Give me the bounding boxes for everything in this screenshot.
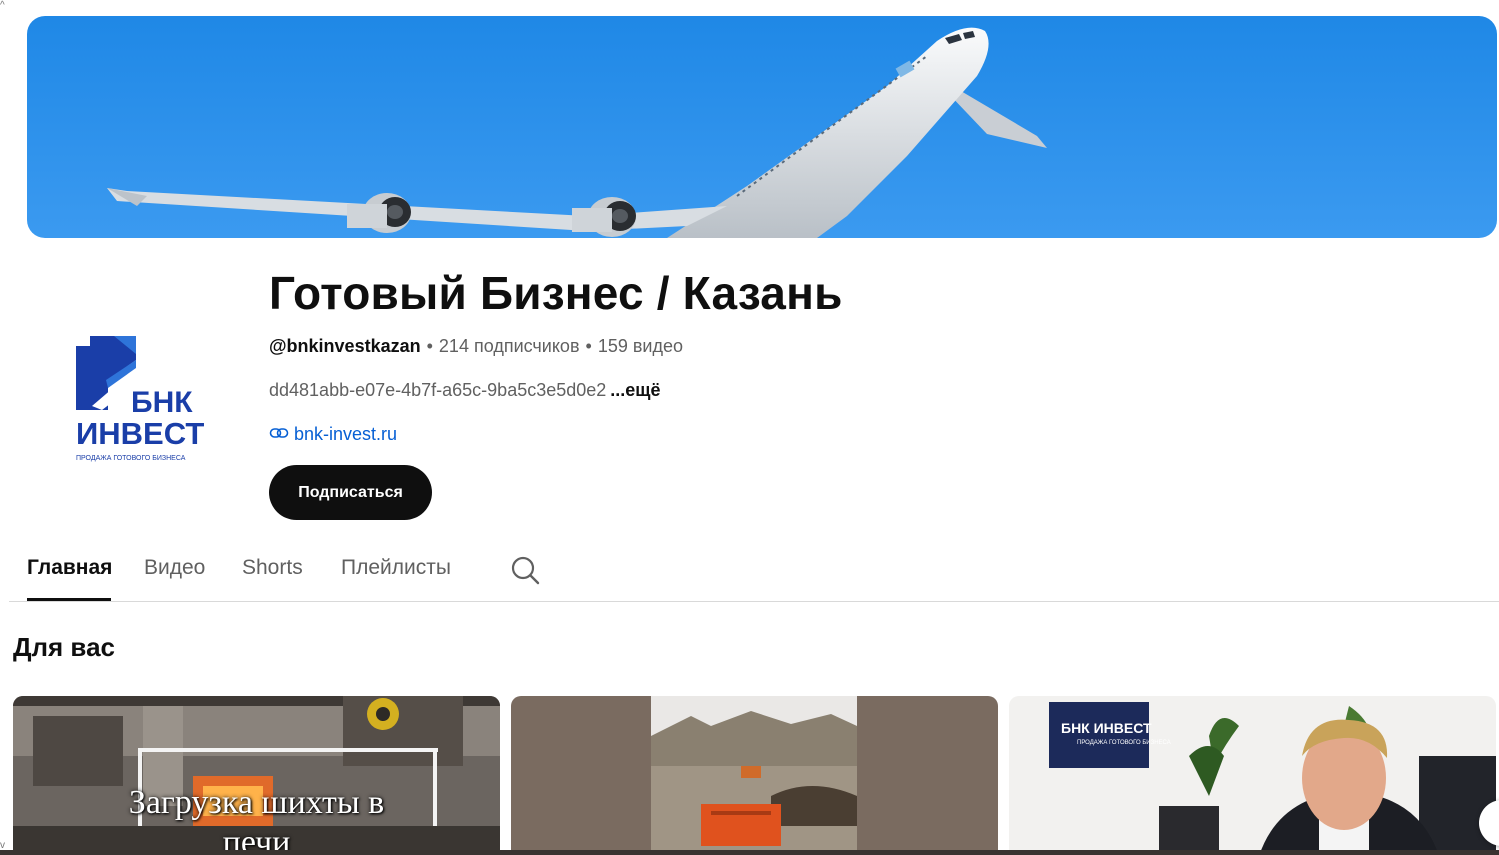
scroll-up-arrow[interactable]: ^ xyxy=(0,0,5,11)
tab-shorts[interactable]: Shorts xyxy=(242,556,303,580)
meta-separator: • xyxy=(426,336,433,356)
channel-avatar[interactable]: БНК ИНВЕСТ ПРОДАЖА ГОТОВОГО БИЗНЕСА xyxy=(56,318,216,478)
channel-link-text[interactable]: bnk-invest.ru xyxy=(294,424,397,445)
channel-meta: @bnkinvestkazan • 214 подписчиков • 159 виде… xyxy=(269,336,683,357)
video-count: 159 видео xyxy=(597,336,684,356)
channel-description[interactable]: dd481abb-e07e-4b7f-a65c-9ba5c3e5d0e2 ...е… xyxy=(269,380,661,401)
poster-text: БНК ИНВЕСТ xyxy=(1061,720,1152,736)
tab-home[interactable]: Главная xyxy=(27,556,112,580)
thumbnail-caption-line1: Загрузка шихты в xyxy=(128,784,385,821)
channel-handle: @bnkinvestkazan xyxy=(269,336,421,356)
svg-text:ИНВЕСТ: ИНВЕСТ xyxy=(76,416,204,451)
channel-banner xyxy=(27,16,1497,238)
video-thumbnail[interactable]: БНК ИНВЕСТ ПРОДАЖА ГОТОВОГО БИЗНЕСА xyxy=(1009,696,1496,855)
description-text: dd481abb-e07e-4b7f-a65c-9ba5c3e5d0e2 xyxy=(269,380,607,400)
description-more-button[interactable]: ...ещё xyxy=(610,380,660,400)
bottom-edge xyxy=(0,850,1499,855)
video-thumbnail[interactable] xyxy=(511,696,998,855)
construction-thumbnail-image xyxy=(511,696,998,855)
channel-tabs: Главная Видео Shorts Плейлисты xyxy=(9,540,1499,602)
channel-link[interactable]: bnk-invest.ru xyxy=(269,424,397,445)
active-tab-indicator xyxy=(27,598,111,601)
subscribe-button[interactable]: Подписаться xyxy=(269,465,432,520)
subscriber-count: 214 подписчиков xyxy=(438,336,580,356)
bnk-invest-logo: БНК ИНВЕСТ ПРОДАЖА ГОТОВОГО БИЗНЕСА xyxy=(56,318,216,478)
channel-title: Готовый Бизнес / Казань xyxy=(269,267,843,319)
tab-playlists[interactable]: Плейлисты xyxy=(341,556,451,580)
link-icon xyxy=(269,424,289,445)
svg-text:ПРОДАЖА ГОТОВОГО БИЗНЕСА: ПРОДАЖА ГОТОВОГО БИЗНЕСА xyxy=(76,455,186,462)
video-thumbnail[interactable]: Загрузка шихты в печи xyxy=(13,696,500,855)
airplane-banner-image xyxy=(27,16,1497,238)
poster-subtext: ПРОДАЖА ГОТОВОГО БИЗНЕСА xyxy=(1077,740,1171,746)
section-title: Для вас xyxy=(13,632,115,662)
meta-separator: • xyxy=(585,336,592,356)
search-icon[interactable] xyxy=(509,554,541,586)
tab-videos[interactable]: Видео xyxy=(144,556,205,580)
svg-text:БНК: БНК xyxy=(131,386,193,419)
